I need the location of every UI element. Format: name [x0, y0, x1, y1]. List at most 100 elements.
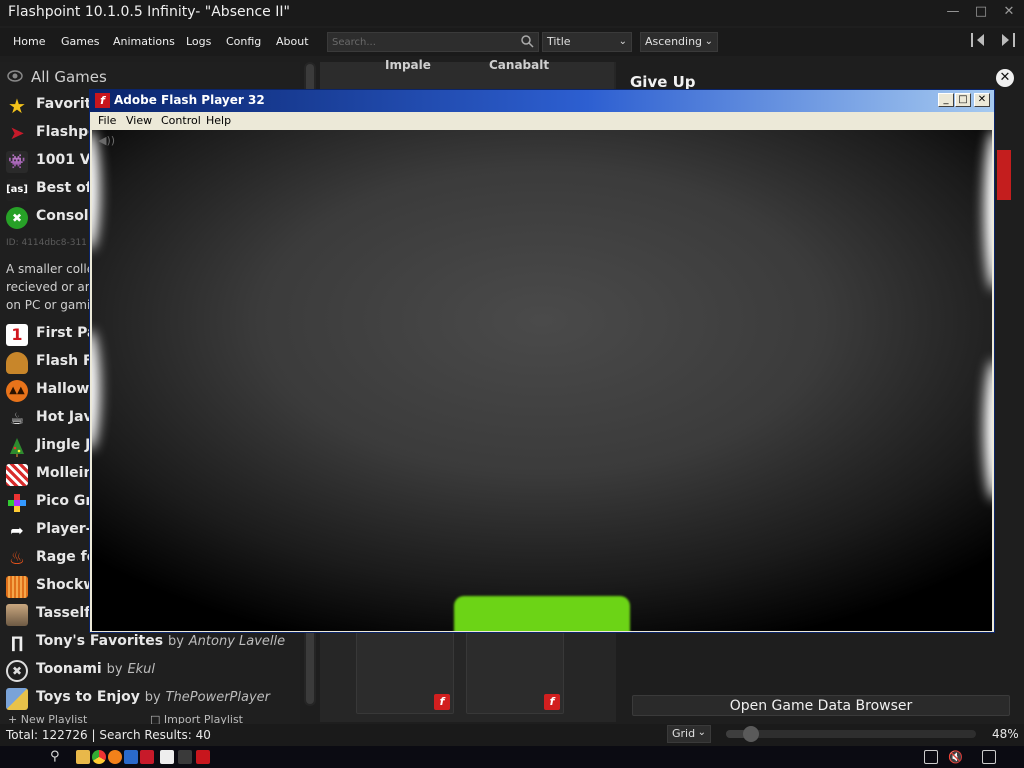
game-green-button[interactable] — [454, 596, 630, 631]
toggle-left-sidebar-icon[interactable] — [968, 30, 990, 50]
app-icon[interactable] — [124, 750, 138, 764]
sidebar-item-label-group: Tony's Favorites by Antony Lavelle — [36, 633, 285, 649]
toy-blocks-icon — [6, 688, 28, 710]
search-field[interactable] — [327, 32, 539, 52]
menu-animations[interactable]: Animations — [113, 35, 175, 48]
menu-logs[interactable]: Logs — [186, 35, 211, 48]
flash-game-stage[interactable]: ◀)) — [92, 130, 992, 631]
archive-icon[interactable] — [160, 750, 174, 764]
space-invader-icon: 👾 — [6, 151, 28, 173]
xbox-icon: ✖ — [6, 207, 28, 229]
notifications-icon[interactable] — [982, 750, 996, 764]
by-text: by — [167, 634, 184, 649]
window-title: Flashpoint 10.1.0.5 Infinity- "Absence I… — [8, 4, 290, 20]
game-card-title[interactable]: Impale — [385, 58, 431, 72]
flash-menu-view[interactable]: View — [126, 114, 152, 127]
flash-player-menu: File View Control Help — [90, 112, 994, 130]
close-details-icon[interactable]: ✕ — [996, 69, 1014, 87]
import-playlist-label: Import Playlist — [163, 713, 243, 724]
portrait-icon — [6, 604, 28, 626]
game-card[interactable]: f — [356, 632, 454, 714]
game-card[interactable]: f — [466, 632, 564, 714]
by-text: by — [144, 690, 161, 705]
new-playlist-label: New Playlist — [20, 713, 88, 724]
playlist-description-line: on PC or gami — [6, 298, 91, 312]
flash-player-titlebar[interactable]: f Adobe Flash Player 32 _ □ ✕ — [90, 90, 994, 112]
menu-games[interactable]: Games — [61, 35, 99, 48]
sidebar-item-label: Tony's Favorites — [36, 633, 164, 649]
christmas-tree-icon — [10, 438, 24, 457]
number-one-icon: 1 — [6, 324, 28, 346]
new-playlist-button[interactable]: + New Playlist — [8, 713, 87, 724]
pattern-icon — [6, 464, 28, 486]
by-text: by — [106, 662, 123, 677]
playlist-description-line: A smaller colle — [6, 262, 95, 276]
flash-menu-help[interactable]: Help — [206, 114, 231, 127]
flash-menu-file[interactable]: File — [98, 114, 116, 127]
sidebar-item-label-group: Toys to Enjoy by ThePowerPlayer — [36, 689, 270, 705]
app-titlebar: Flashpoint 10.1.0.5 Infinity- "Absence I… — [0, 0, 1024, 26]
menu-about[interactable]: About — [276, 35, 309, 48]
pumpkin-icon: ▲▲ — [6, 380, 28, 402]
sidebar-item-label: Mollein — [36, 465, 94, 481]
flash-menu-control[interactable]: Control — [161, 114, 201, 127]
sidebar-item-toonami[interactable]: ✖ Toonami by Ekul — [0, 657, 300, 683]
toggle-right-sidebar-icon[interactable] — [996, 30, 1018, 50]
burger-icon — [6, 352, 28, 374]
flash-close-button[interactable]: ✕ — [974, 93, 990, 107]
app-icon[interactable] — [178, 750, 192, 764]
chevron-down-icon: ⌄ — [704, 36, 713, 47]
firefox-icon[interactable] — [108, 750, 122, 764]
game-card-title[interactable]: Canabalt — [489, 58, 549, 72]
star-icon: ★ — [8, 94, 26, 118]
zoom-percent: 48% — [992, 727, 1019, 741]
maximize-button[interactable]: □ — [970, 3, 992, 21]
fire-icon: ♨ — [8, 548, 26, 569]
volume-muted-icon[interactable]: 🔇 — [948, 750, 963, 764]
flash-player-taskbar-icon[interactable] — [196, 750, 210, 764]
sidebar-item-label-group: Toonami by Ekul — [36, 661, 155, 677]
waveform-icon — [6, 576, 28, 598]
sort-order-select[interactable]: Ascending ⌄ — [640, 32, 718, 52]
flash-minimize-button[interactable]: _ — [938, 93, 954, 107]
search-icon[interactable]: ⚲ — [50, 750, 64, 764]
flash-maximize-button[interactable]: □ — [955, 93, 971, 107]
sort-field-select[interactable]: Title ⌄ — [542, 32, 632, 52]
sidebar-item-all-games[interactable]: All Games — [0, 64, 300, 90]
flashpoint-logo-icon: ➤ — [9, 123, 25, 144]
menu-config[interactable]: Config — [226, 35, 261, 48]
game-card-row-top — [320, 62, 614, 92]
open-game-data-browser-button[interactable]: Open Game Data Browser — [632, 695, 1010, 716]
zoom-slider-thumb[interactable] — [743, 726, 759, 742]
speaker-icon[interactable]: ◀)) — [98, 134, 115, 147]
flash-player-logo-icon: f — [95, 93, 110, 108]
view-mode-select[interactable]: Grid ⌄ — [667, 725, 711, 743]
minimize-button[interactable]: — — [942, 3, 964, 21]
playlist-author: Ekul — [127, 662, 156, 677]
search-input[interactable] — [330, 34, 515, 50]
sidebar-item-label: Toonami — [36, 661, 102, 677]
flashpoint-taskbar-icon[interactable] — [140, 750, 154, 764]
sidebar-footer: + New Playlist □ Import Playlist — [0, 713, 300, 724]
status-totals: Total: 122726 | Search Results: 40 — [6, 728, 211, 742]
chevron-down-icon: ⌄ — [618, 36, 627, 47]
import-icon: □ — [150, 713, 164, 724]
flash-platform-icon: f — [434, 694, 450, 710]
playlist-author: ThePowerPlayer — [165, 690, 271, 705]
windows-taskbar: ⚲ 🔇 — [0, 746, 1024, 768]
file-explorer-icon[interactable] — [76, 750, 90, 764]
figure-icon: ∏ — [10, 633, 24, 652]
close-button[interactable]: ✕ — [998, 3, 1020, 21]
search-icon — [521, 35, 534, 48]
flash-platform-icon: f — [544, 694, 560, 710]
sidebar-item-label: Toys to Enjoy — [36, 689, 140, 705]
network-icon[interactable] — [924, 750, 938, 764]
sort-field-value: Title — [547, 35, 571, 48]
import-playlist-button[interactable]: □ Import Playlist — [150, 713, 243, 724]
chrome-icon[interactable] — [92, 750, 106, 764]
playlist-id: ID: 4114dbc8-311 — [6, 238, 87, 248]
sidebar-item-toys-to-enjoy[interactable]: Toys to Enjoy by ThePowerPlayer — [0, 685, 300, 711]
menu-home[interactable]: Home — [13, 35, 45, 48]
zoom-slider[interactable] — [726, 726, 976, 742]
plus-icon: + — [8, 713, 21, 724]
